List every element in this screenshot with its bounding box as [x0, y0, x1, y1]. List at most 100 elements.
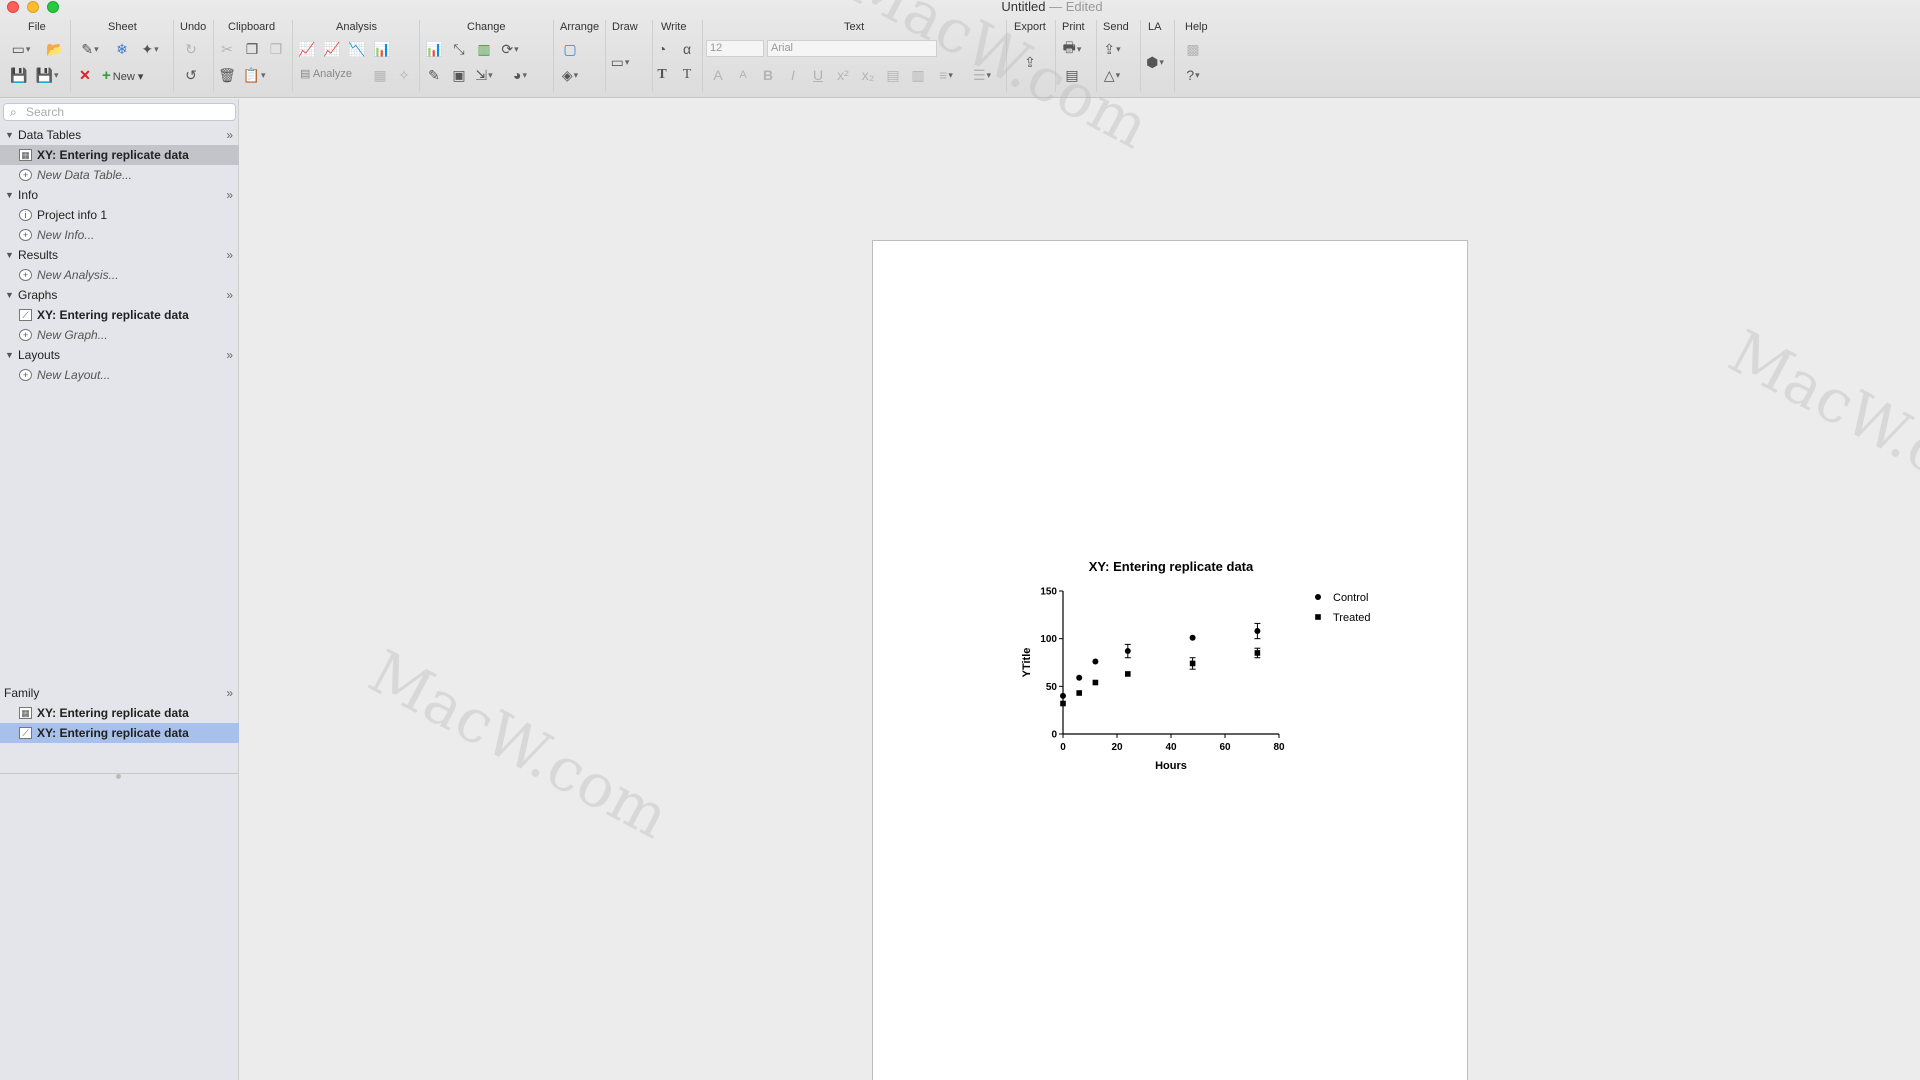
share-icon[interactable]: △ [1102, 66, 1122, 84]
analyze-button[interactable]: ▤ Analyze [300, 67, 352, 80]
data-point-treated [1125, 671, 1131, 677]
font-color-icon[interactable]: ▤ [883, 66, 903, 84]
paste-special-icon[interactable]: ❐ [266, 40, 286, 58]
section-results[interactable]: ▼ Results » [0, 245, 239, 265]
cut-icon[interactable]: ✂ [217, 40, 237, 58]
alpha-icon[interactable]: α [677, 40, 697, 58]
bar-graph-icon[interactable]: 📊 [372, 40, 392, 58]
data-point-treated [1076, 690, 1082, 696]
refresh-icon[interactable]: ⟳ [500, 40, 520, 58]
underline-icon[interactable]: U [808, 66, 828, 84]
xy-graph[interactable]: XY: Entering replicate data 0 20 40 60 80 0 50 1… [873, 241, 1469, 1080]
text-align-icon[interactable]: ≡ [936, 66, 956, 84]
disclosure-triangle-icon[interactable]: ▼ [5, 125, 14, 145]
pen-icon[interactable]: ✎ [424, 66, 444, 84]
print-preview-icon[interactable]: ▤ [1062, 66, 1082, 84]
paste-icon[interactable]: 📋 [243, 66, 264, 84]
send-icon[interactable]: ⇪ [1102, 40, 1122, 58]
font-size-select[interactable]: 12 [706, 40, 764, 57]
plus-icon: + [102, 67, 111, 84]
graph-page[interactable]: XY: Entering replicate data 0 20 40 60 80 0 50 1… [872, 240, 1468, 1080]
chevron-right-double-icon[interactable]: » [226, 245, 233, 265]
highlight-color-icon[interactable]: ▥ [908, 66, 928, 84]
line-spacing-icon[interactable]: ☰ [972, 66, 992, 84]
save-as-icon[interactable]: 💾 [36, 66, 57, 84]
italic-icon[interactable]: I [783, 66, 803, 84]
export-icon[interactable]: ⇪ [1020, 53, 1040, 71]
disclosure-triangle-icon[interactable]: ▼ [5, 285, 14, 305]
color-scheme-icon[interactable]: ◕ [510, 66, 530, 84]
sidebar-item-new-info[interactable]: + New Info... [0, 225, 239, 245]
draw-shape-icon[interactable]: ▭ [610, 53, 630, 71]
clipboard-delete-icon[interactable]: 🗑 [217, 66, 237, 84]
text-bold-tool-icon[interactable]: T [652, 66, 672, 84]
chevron-right-double-icon[interactable]: » [226, 345, 233, 365]
copy-icon[interactable]: ❐ [242, 40, 262, 58]
sidebar-item-data-table[interactable]: ▦ XY: Entering replicate data [0, 145, 239, 165]
section-family[interactable]: Family » [0, 683, 239, 703]
table-icon[interactable]: ▦ [370, 66, 390, 84]
new-sheet-button[interactable]: + New ▾ [102, 67, 143, 84]
save-icon[interactable]: 💾 [9, 66, 29, 84]
format-graph-icon[interactable]: ▥ [474, 40, 494, 58]
chevron-right-double-icon[interactable]: » [226, 185, 233, 205]
group-label-arrange: Arrange [560, 21, 600, 33]
disclosure-triangle-icon[interactable]: ▼ [5, 245, 14, 265]
chevron-right-double-icon[interactable]: » [226, 125, 233, 145]
new-file-icon[interactable]: ▭ [11, 40, 31, 58]
family-item-data-table[interactable]: ▦ XY: Entering replicate data [0, 703, 239, 723]
color-swatch-icon[interactable]: ▣ [449, 66, 469, 84]
section-layouts[interactable]: ▼ Layouts » [0, 345, 239, 365]
wand-icon[interactable]: ✧ [394, 66, 414, 84]
splitter-handle-icon[interactable] [116, 774, 121, 779]
print-icon[interactable]: 🖶 [1062, 39, 1082, 58]
superscript-icon[interactable]: x² [833, 66, 853, 84]
line-graph-icon[interactable]: 📈 [322, 40, 342, 58]
font-name-select[interactable]: Arial [767, 40, 937, 57]
x-tick-label: 80 [1273, 742, 1285, 753]
section-data-tables[interactable]: ▼ Data Tables » [0, 125, 239, 145]
family-item-graph[interactable]: ⟋ XY: Entering replicate data [0, 723, 239, 743]
sidebar-item-new-data-table[interactable]: + New Data Table... [0, 165, 239, 185]
highlight-icon[interactable]: ✎ [80, 40, 100, 58]
sidebar-item-new-analysis[interactable]: + New Analysis... [0, 265, 239, 285]
snowflake-icon[interactable]: ❄ [112, 40, 132, 58]
xy-graph-icon[interactable]: 📈 [297, 40, 317, 58]
align-icon[interactable]: ◈ [560, 66, 580, 84]
subscript-icon[interactable]: x₂ [858, 66, 878, 84]
decrease-font-icon[interactable]: A [733, 66, 753, 84]
increase-font-icon[interactable]: A [708, 66, 728, 84]
navigator-sidebar: ⌕ Search ▼ Data Tables » ▦ XY: Entering … [0, 99, 239, 1080]
help-icon[interactable]: ? [1183, 66, 1203, 84]
section-info[interactable]: ▼ Info » [0, 185, 239, 205]
group-label-analysis: Analysis [336, 21, 377, 33]
disclosure-triangle-icon[interactable]: ▼ [5, 345, 14, 365]
graph-type-icon[interactable]: 📊 [424, 40, 444, 58]
redo-icon[interactable]: ↻ [181, 40, 201, 58]
text-tool-icon[interactable]: ◔ [652, 40, 672, 58]
delete-sheet-icon[interactable]: ✕ [75, 66, 95, 84]
disclosure-triangle-icon[interactable]: ▼ [5, 185, 14, 205]
help-box-icon[interactable]: ▩ [1183, 40, 1203, 58]
sidebar-item-new-layout[interactable]: + New Layout... [0, 365, 239, 385]
bold-icon[interactable]: B [758, 66, 778, 84]
sidebar-item-new-graph[interactable]: + New Graph... [0, 325, 239, 345]
la-cube-icon[interactable]: ⬢ [1145, 53, 1165, 71]
section-graphs[interactable]: ▼ Graphs » [0, 285, 239, 305]
sidebar-item-project-info[interactable]: i Project info 1 [0, 205, 239, 225]
search-input[interactable]: ⌕ Search [3, 103, 236, 121]
open-file-icon[interactable]: 📂 [45, 40, 65, 58]
undo-icon[interactable]: ↺ [181, 66, 201, 84]
chevron-right-double-icon[interactable]: » [226, 285, 233, 305]
info-icon: i [19, 209, 32, 221]
toolbar-divider [419, 20, 420, 92]
curve-graph-icon[interactable]: 📉 [347, 40, 367, 58]
axes-icon[interactable]: ⤡ [449, 40, 469, 58]
magic-wand-icon[interactable]: ✦ [140, 40, 160, 58]
arrange-icon[interactable]: ▢ [560, 40, 580, 58]
sidebar-item-graph[interactable]: ⟋ XY: Entering replicate data [0, 305, 239, 325]
chevron-right-double-icon[interactable]: » [226, 683, 233, 703]
resize-icon[interactable]: ⇲ [474, 66, 494, 84]
group-label-draw: Draw [612, 21, 638, 33]
text-outline-tool-icon[interactable]: T [677, 66, 697, 84]
